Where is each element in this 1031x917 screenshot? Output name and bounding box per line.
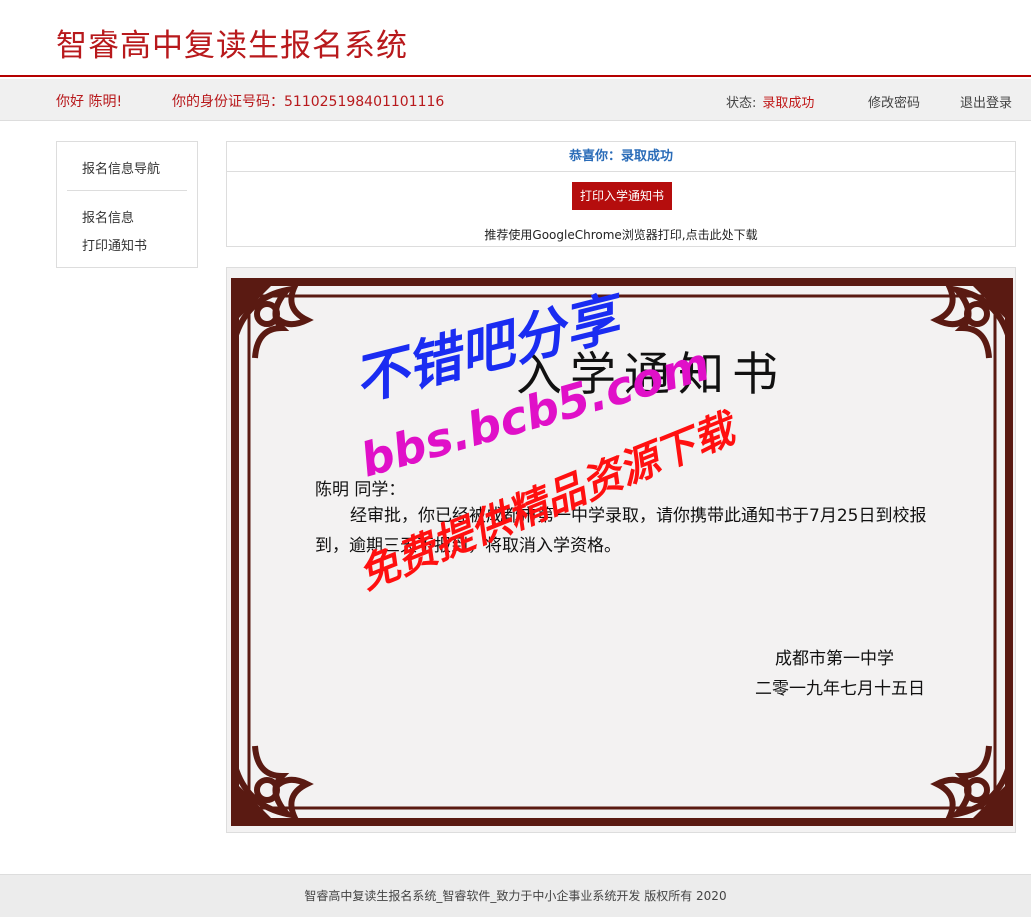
browser-download-hint[interactable]: 推荐使用GoogleChrome浏览器打印,点击此处下载 <box>227 226 1015 243</box>
certificate-title: 入学通知书 <box>516 347 786 401</box>
certificate-date: 二零一九年七月十五日 <box>755 679 925 699</box>
user-bar: 你好 陈明! 你的身份证号码：511025198401101116 状态: 录取成… <box>0 79 1031 121</box>
congrats-heading: 恭喜你：录取成功 <box>227 142 1015 172</box>
sidebar-item-print-notice[interactable]: 打印通知书 <box>82 235 147 254</box>
sidebar-title: 报名信息导航 <box>82 162 161 177</box>
site-header: 智睿高中复读生报名系统 <box>0 0 1031 77</box>
certificate-body-text: 经审批，你已经被成都市第一中学录取，请你携带此通知书于7月25日到校报到，逾期三… <box>315 506 927 556</box>
sidebar-item-registration-info[interactable]: 报名信息 <box>82 207 134 226</box>
admission-panel: 恭喜你：录取成功 打印入学通知书 推荐使用GoogleChrome浏览器打印,点… <box>226 141 1016 247</box>
certificate-student-name: 陈明 同学： <box>315 480 406 500</box>
logout-link[interactable]: 退出登录 <box>960 92 1012 111</box>
status-value: 录取成功 <box>762 96 815 111</box>
site-title: 智睿高中复读生报名系统 <box>56 28 408 64</box>
status-label: 状态: <box>726 96 757 111</box>
page-footer: 智睿高中复读生报名系统_智睿软件_致力于中小企事业系统开发 版权所有 2020 <box>0 874 1031 917</box>
sidebar-nav: 报名信息导航 报名信息 打印通知书 <box>56 141 198 268</box>
sidebar-divider <box>67 190 187 191</box>
admission-notice-certificate: 入学通知书 陈明 同学： 经审批，你已经被成都市第一中学录取，请你携带此通知书于… <box>226 267 1016 833</box>
change-password-link[interactable]: 修改密码 <box>868 92 920 111</box>
user-greeting: 你好 陈明! <box>56 94 123 110</box>
user-id-number: 你的身份证号码：511025198401101116 <box>172 94 445 110</box>
admission-status: 状态: 录取成功 <box>726 92 814 111</box>
certificate-school-name: 成都市第一中学 <box>775 649 894 669</box>
print-notice-button[interactable]: 打印入学通知书 <box>572 182 672 210</box>
